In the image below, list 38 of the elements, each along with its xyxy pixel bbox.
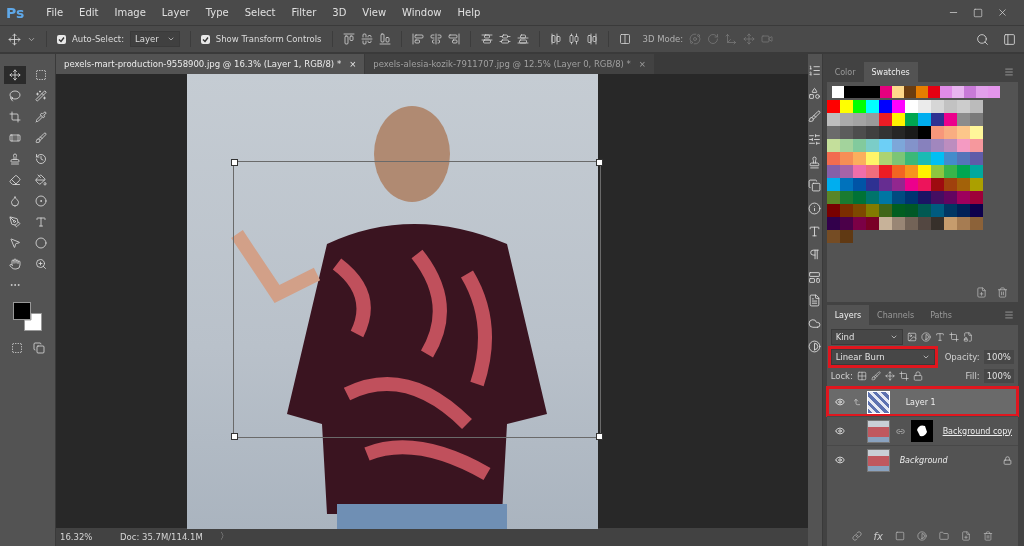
menu-item[interactable]: File <box>38 7 72 18</box>
document-size: Doc: 35.7M/114.1M <box>120 532 204 542</box>
target-dropdown[interactable]: Layer <box>130 31 180 47</box>
fill-label: Fill: <box>965 371 980 381</box>
menu-item[interactable]: Filter <box>283 7 325 18</box>
checkbox-label: Auto-Select: <box>72 34 125 44</box>
layer-name[interactable]: Background <box>899 455 948 465</box>
tab-close[interactable]: × <box>638 59 646 69</box>
zoom-level: 16.32% <box>59 532 94 542</box>
menu-item[interactable]: Select <box>236 7 284 18</box>
tab-close[interactable]: × <box>349 59 357 69</box>
fx-button[interactable]: fx <box>873 531 884 542</box>
opacity-label: Opacity: <box>944 352 980 362</box>
opacity-field[interactable]: 100% <box>983 350 1014 364</box>
layer-name[interactable]: Layer 1 <box>905 397 936 407</box>
3d-mode-label: 3D Mode: <box>642 34 684 44</box>
layer-row[interactable]: Layer 1 <box>826 387 1018 416</box>
panel-tab[interactable]: Swatches <box>863 62 918 82</box>
panel-tab[interactable]: Layers <box>826 305 870 325</box>
menu-item[interactable]: Layer <box>153 7 198 18</box>
menu-item[interactable]: Window <box>394 7 450 18</box>
layer-name[interactable]: Background copy <box>942 426 1012 436</box>
filter-dropdown[interactable]: Kind <box>830 329 903 345</box>
menu-item[interactable]: Help <box>449 7 489 18</box>
blend-mode-dropdown[interactable]: Linear Burn <box>830 349 935 365</box>
fill-field[interactable]: 100% <box>983 369 1014 383</box>
menu-item[interactable]: 3D <box>324 7 355 18</box>
layer-row[interactable]: Background <box>826 445 1018 474</box>
menu-item[interactable]: Edit <box>71 7 107 18</box>
lock-label: Lock: <box>830 371 853 381</box>
document-tab[interactable]: pexels-mart-production-9558900.jpg @ 16.3% (Layer 1, RGB/8) * × <box>56 54 365 74</box>
layer-row[interactable]: Background copy <box>826 416 1018 445</box>
menu-item[interactable]: View <box>354 7 395 18</box>
checkbox-label: Show Transform Controls <box>215 34 322 44</box>
status-menu-arrow[interactable]: 〉 <box>220 531 229 543</box>
document-tab[interactable]: pexels-alesia-kozik-7911707.jpg @ 12.5% (Layer 0, RGB/8) * × <box>365 54 654 74</box>
menu-item[interactable]: Type <box>197 7 237 18</box>
menu-item[interactable]: Image <box>106 7 154 18</box>
